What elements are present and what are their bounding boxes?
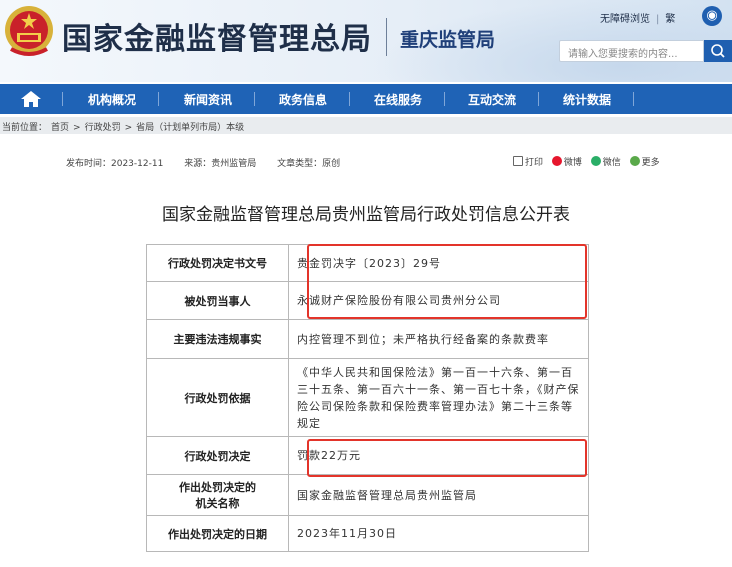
- article-title: 国家金融监督管理总局贵州监管局行政处罚信息公开表: [162, 205, 570, 225]
- weibo-icon: [551, 156, 562, 166]
- mobile-toggle-icon[interactable]: ◉: [702, 6, 722, 26]
- table-row: 作出处罚决定的 机关名称 国家金融监督管理总局贵州监管局: [146, 474, 589, 516]
- nav-item-about[interactable]: 机构概况: [88, 91, 136, 108]
- table-key: 行政处罚决定书文号: [146, 244, 289, 282]
- nav-item-online-service[interactable]: 在线服务: [374, 91, 422, 108]
- share-bar: 打印 微博 微信 更多: [513, 155, 666, 168]
- highlight-box: [307, 439, 587, 477]
- more-share-button[interactable]: 更多: [629, 155, 660, 168]
- traditional-chinese-link[interactable]: 繁: [665, 14, 675, 25]
- table-key: 行政处罚依据: [146, 358, 289, 437]
- more-icon: [629, 156, 640, 166]
- title-divider: [386, 18, 387, 56]
- table-value: 内控管理不到位；未严格执行经备案的条款费率: [288, 319, 589, 359]
- article-meta: 发布时间：2023-12-11 来源：贵州监管局 文章类型：原创: [66, 156, 358, 169]
- nav-item-interaction[interactable]: 互动交流: [468, 91, 516, 108]
- breadcrumb-home[interactable]: 首页: [51, 123, 69, 133]
- branch-title: 重庆监管局: [400, 29, 496, 51]
- main-nav: 机构概况 新闻资讯 政务信息 在线服务 互动交流 统计数据: [0, 84, 732, 114]
- table-row: 作出处罚决定的日期 2023年11月30日: [146, 515, 589, 552]
- nav-item-gov-info[interactable]: 政务信息: [279, 91, 327, 108]
- wechat-icon: [590, 156, 601, 166]
- table-key: 作出处罚决定的日期: [146, 515, 289, 552]
- breadcrumb-current[interactable]: 省局（计划单列市局）本级: [136, 123, 244, 133]
- national-emblem-icon: [5, 6, 53, 56]
- accessible-browse-link[interactable]: 无障碍浏览: [600, 14, 650, 25]
- nav-item-statistics[interactable]: 统计数据: [563, 91, 611, 108]
- table-key: 行政处罚决定: [146, 436, 289, 475]
- nav-item-news[interactable]: 新闻资讯: [184, 91, 232, 108]
- breadcrumb-penalty[interactable]: 行政处罚: [85, 123, 121, 133]
- print-button[interactable]: 打印: [513, 155, 543, 168]
- breadcrumb-separator: >: [73, 123, 81, 133]
- breadcrumb: 当前位置： 首页 > 行政处罚 > 省局（计划单列市局）本级: [0, 117, 732, 134]
- site-header: 国家金融监督管理总局 重庆监管局 无障碍浏览 | 繁 ◉ 请输入您要搜索的内容...: [0, 0, 732, 82]
- print-icon: [513, 156, 523, 166]
- table-row: 行政处罚依据 《中华人民共和国保险法》第一百一十六条、第一百三十五条、第一百六十…: [146, 358, 589, 437]
- weibo-share-button[interactable]: 微博: [551, 155, 582, 168]
- table-value: 国家金融监督管理总局贵州监管局: [288, 474, 589, 516]
- publish-time: 发布时间：2023-12-11: [66, 159, 164, 169]
- home-icon[interactable]: [16, 89, 46, 109]
- wechat-share-button[interactable]: 微信: [590, 155, 621, 168]
- highlight-box: [307, 244, 587, 319]
- table-value: 《中华人民共和国保险法》第一百一十六条、第一百三十五条、第一百六十一条、第一百七…: [288, 358, 589, 437]
- search-input[interactable]: 请输入您要搜索的内容...: [559, 40, 704, 62]
- breadcrumb-separator: >: [124, 123, 133, 133]
- table-row: 主要违法违规事实 内控管理不到位；未严格执行经备案的条款费率: [146, 319, 589, 359]
- breadcrumb-label: 当前位置：: [2, 123, 48, 133]
- article-source: 来源：贵州监管局: [184, 159, 257, 169]
- search-icon: [711, 44, 725, 58]
- article-type: 文章类型：原创: [277, 159, 341, 169]
- site-title[interactable]: 国家金融监督管理总局: [62, 14, 372, 58]
- table-key: 被处罚当事人: [146, 281, 289, 320]
- table-value: 2023年11月30日: [288, 515, 589, 552]
- table-key: 主要违法违规事实: [146, 319, 289, 359]
- search-button[interactable]: [704, 40, 732, 62]
- table-key: 作出处罚决定的 机关名称: [146, 474, 289, 516]
- top-links: 无障碍浏览 | 繁: [600, 14, 676, 25]
